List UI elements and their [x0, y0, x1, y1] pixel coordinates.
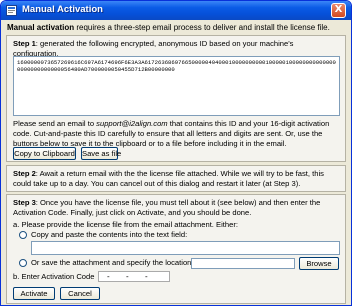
paste-contents-radio[interactable]	[19, 231, 27, 239]
step3-text: : Once you have the license file, you mu…	[13, 198, 321, 217]
save-as-file-button[interactable]: Save as file	[81, 147, 121, 160]
step1-instructions: Please send an email to support@i2align.…	[13, 119, 341, 149]
window-title: Manual Activation	[22, 4, 103, 15]
step3-panel: Step 3: Once you have the license file, …	[6, 194, 346, 304]
intro-bold: Manual activation	[7, 23, 75, 32]
step3-text-block: Step 3: Once you have the license file, …	[13, 198, 341, 218]
code-separator-1: -	[107, 272, 110, 281]
activate-button[interactable]: Activate	[13, 287, 55, 300]
activation-code-input[interactable]: - - -	[98, 271, 170, 282]
encrypted-id-field[interactable]: 1600000073657269616C697A6174696F6E3A3A61…	[13, 56, 340, 116]
save-attachment-label: Or save the attachment and specify the l…	[31, 258, 194, 267]
cancel-button[interactable]: Cancel	[60, 287, 100, 300]
step2-panel: Step 2: Await a return email with the th…	[6, 165, 346, 192]
save-attachment-radio[interactable]	[19, 259, 27, 267]
step3-label: Step 3	[13, 198, 36, 207]
code-separator-2: -	[126, 272, 129, 281]
browse-button[interactable]: Browse	[299, 257, 339, 270]
activation-code-label: b. Enter Activation Code	[13, 272, 95, 281]
license-location-input[interactable]	[191, 258, 295, 269]
support-email: support@i2align.com	[96, 119, 168, 128]
step1-label: Step 1	[13, 39, 36, 48]
code-separator-3: -	[145, 272, 148, 281]
intro-body: requires a three-step email process to d…	[74, 23, 330, 32]
intro-text: Manual activation requires a three-step …	[7, 23, 347, 32]
window-icon	[6, 5, 17, 16]
step2-label: Step 2	[13, 169, 36, 178]
copy-to-clipboard-button[interactable]: Copy to Clipboard	[13, 147, 76, 160]
manual-activation-dialog: Manual Activation X Manual activation re…	[0, 0, 352, 306]
close-button[interactable]: X	[331, 3, 346, 18]
license-contents-textarea[interactable]	[31, 241, 340, 255]
paste-contents-label: Copy and paste the contents into the tex…	[31, 230, 188, 239]
license-file-label: a. Please provide the license file from …	[13, 220, 238, 229]
close-icon: X	[334, 4, 343, 15]
step2-text-block: Step 2: Await a return email with the th…	[13, 169, 341, 189]
instructions-pre: Please send an email to	[13, 119, 97, 128]
title-bar: Manual Activation X	[1, 1, 351, 20]
step2-text: : Await a return email with the the lice…	[13, 169, 324, 188]
step1-panel: Step 1: generated the following encrypte…	[6, 35, 346, 162]
